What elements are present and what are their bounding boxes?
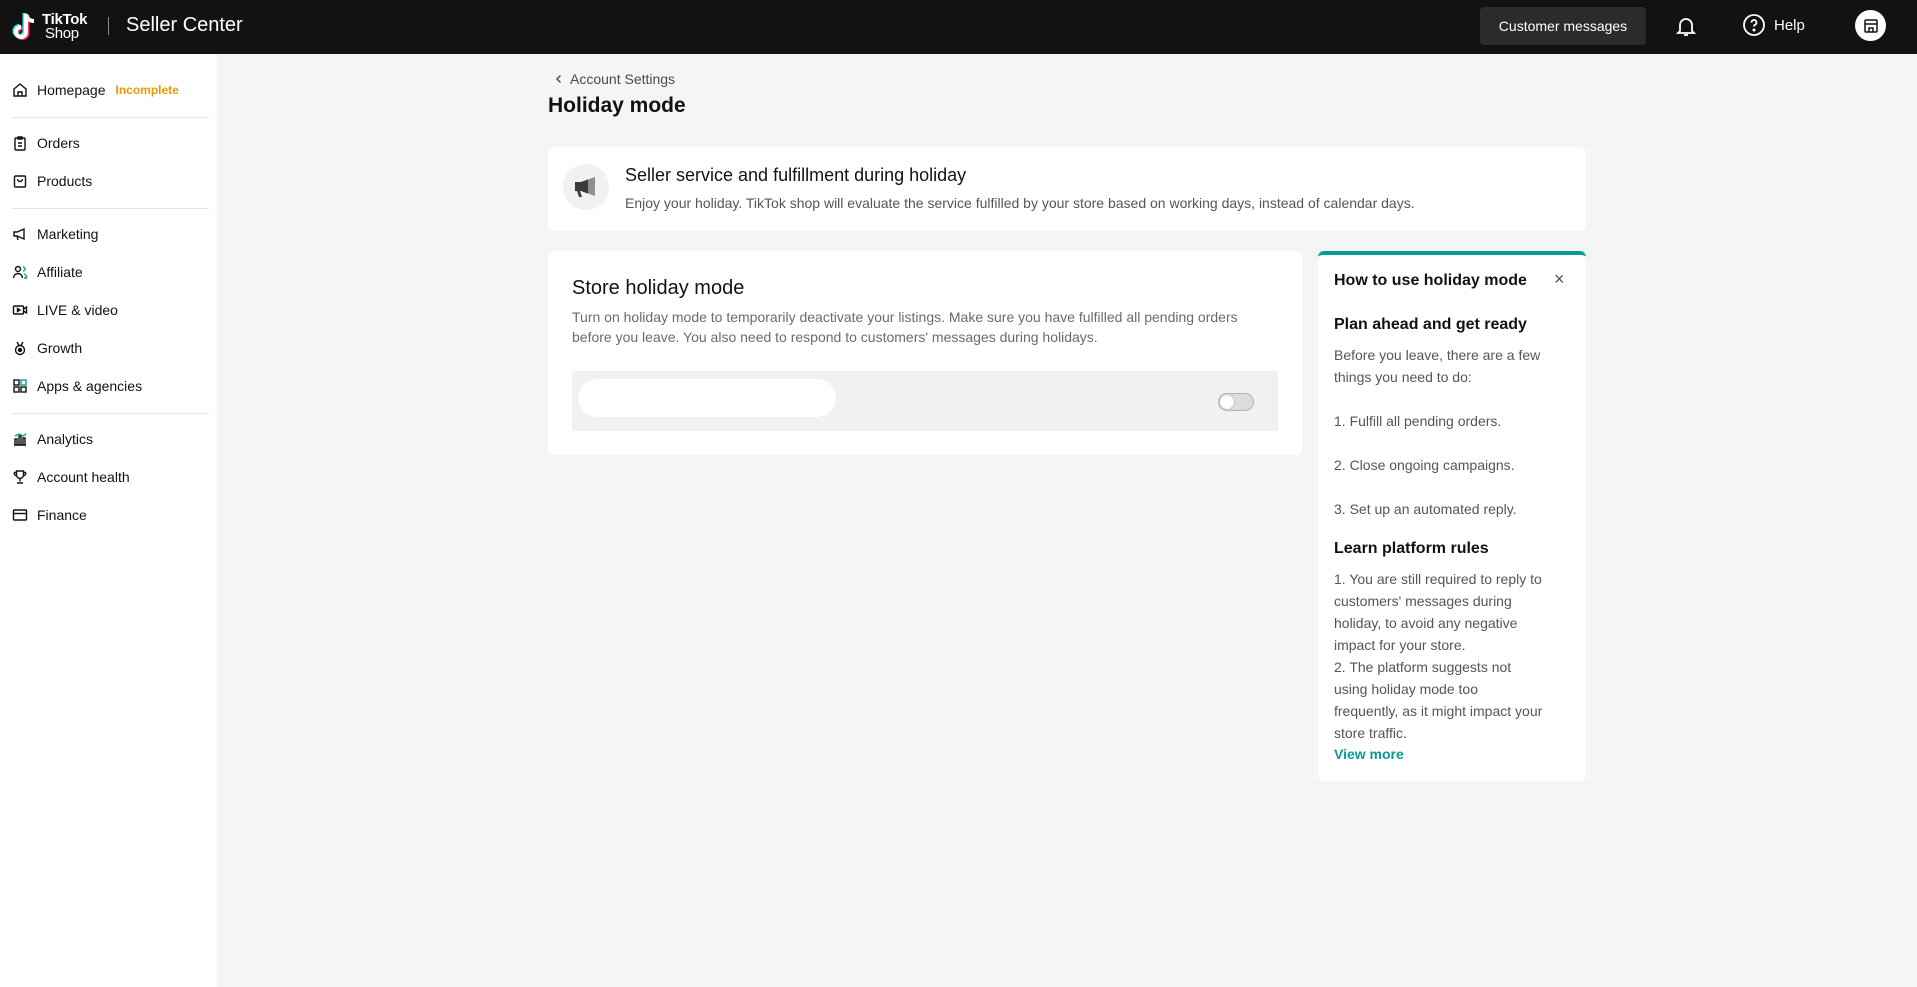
- sidebar-item-label: Homepage: [37, 82, 106, 98]
- view-more-link[interactable]: View more: [1334, 746, 1404, 762]
- logo-wordmark: TikTok Shop: [42, 12, 87, 42]
- sidebar-divider: [12, 208, 209, 209]
- sidebar-item-label: Orders: [37, 135, 80, 151]
- sidebar-item-label: Analytics: [37, 431, 94, 447]
- sidebar: Homepage Incomplete Orders Products Mark…: [0, 54, 217, 987]
- step-2: 2. Close ongoing campaigns.: [1334, 457, 1515, 473]
- tiktok-shop-logo[interactable]: TikTok Shop: [12, 9, 87, 45]
- toggle-status-placeholder: [578, 379, 836, 417]
- sidebar-item-orders[interactable]: Orders: [12, 129, 80, 157]
- page-title: Holiday mode: [548, 94, 686, 117]
- sidebar-item-label: Marketing: [37, 226, 99, 242]
- sidebar-item-analytics[interactable]: Analytics: [12, 425, 93, 453]
- users-icon: [12, 265, 28, 279]
- wallet-icon: [12, 509, 28, 521]
- sidebar-item-label: LIVE & video: [37, 302, 118, 318]
- rule-1: 1. You are still required to reply to cu…: [1334, 571, 1542, 653]
- help-button[interactable]: Help: [1742, 13, 1805, 37]
- sidebar-item-growth[interactable]: Growth: [12, 334, 82, 362]
- close-icon[interactable]: ×: [1554, 270, 1565, 288]
- home-icon: [13, 83, 27, 97]
- rule-2: 2. The platform suggests not using holid…: [1334, 659, 1543, 741]
- megaphone-icon: [563, 164, 609, 210]
- bar-chart-icon: [14, 433, 27, 446]
- step-1: 1. Fulfill all pending orders.: [1334, 413, 1502, 429]
- sidebar-item-apps-agencies[interactable]: Apps & agencies: [12, 372, 142, 400]
- breadcrumb[interactable]: Account Settings: [554, 71, 675, 87]
- holiday-mode-toggle-row: [572, 371, 1278, 431]
- store-holiday-mode-card: Store holiday mode Turn on holiday mode …: [548, 251, 1302, 455]
- sidebar-divider: [12, 117, 209, 118]
- app-title: Seller Center: [126, 14, 243, 36]
- help-label: Help: [1774, 16, 1805, 34]
- section-title-plan-ahead: Plan ahead and get ready: [1334, 316, 1527, 333]
- section-intro: Before you leave, there are a few things…: [1334, 347, 1541, 385]
- sidebar-item-label: Products: [37, 173, 93, 189]
- toggle-knob: [1220, 395, 1234, 409]
- holiday-info-banner: Seller service and fulfillment during ho…: [548, 147, 1586, 231]
- customer-messages-button[interactable]: Customer messages: [1480, 7, 1646, 45]
- box-icon: [13, 175, 27, 188]
- question-circle-icon: [1743, 14, 1765, 36]
- incomplete-badge: Incomplete: [115, 83, 179, 97]
- sidebar-divider: [12, 413, 209, 414]
- back-to-account-settings[interactable]: Account Settings: [570, 71, 675, 87]
- tiktok-logo-icon: [12, 13, 35, 40]
- top-bar: TikTok Shop Seller Center Customer messa…: [0, 0, 1917, 54]
- how-to-use-panel: How to use holiday mode × Plan ahead and…: [1318, 251, 1586, 781]
- banner-title: Seller service and fulfillment during ho…: [625, 165, 967, 185]
- store-icon: [1863, 18, 1878, 33]
- banner-description: Enjoy your holiday. TikTok shop will eva…: [625, 195, 1415, 211]
- store-avatar[interactable]: [1855, 10, 1886, 41]
- card-description: Turn on holiday mode to temporarily deac…: [572, 309, 1238, 345]
- medal-icon: [14, 341, 26, 356]
- video-icon: [12, 305, 28, 315]
- sidebar-item-label: Affiliate: [37, 264, 83, 280]
- sidebar-item-label: Growth: [37, 340, 83, 356]
- sidebar-item-marketing[interactable]: Marketing: [12, 220, 98, 248]
- sidebar-item-live-video[interactable]: LIVE & video: [12, 296, 118, 324]
- sidebar-item-products[interactable]: Products: [12, 167, 92, 195]
- trophy-icon: [13, 470, 27, 484]
- card-title: Store holiday mode: [572, 277, 745, 299]
- megaphone-icon: [13, 227, 25, 241]
- chevron-left-icon: [556, 75, 561, 83]
- sidebar-item-finance[interactable]: Finance: [12, 501, 87, 529]
- logo-line-2: Shop: [45, 25, 79, 42]
- holiday-mode-toggle[interactable]: [1218, 393, 1254, 411]
- section-title-platform-rules: Learn platform rules: [1334, 540, 1489, 557]
- sidebar-item-label: Apps & agencies: [37, 378, 143, 394]
- grid-icon: [13, 379, 27, 393]
- sidebar-item-label: Account health: [37, 469, 130, 485]
- step-3: 3. Set up an automated reply.: [1334, 501, 1517, 517]
- clipboard-icon: [14, 136, 26, 151]
- sidebar-item-homepage[interactable]: Homepage Incomplete: [12, 76, 179, 104]
- sidebar-item-affiliate[interactable]: Affiliate: [12, 258, 83, 286]
- logo-divider: [108, 17, 109, 35]
- sidebar-item-label: Finance: [37, 507, 87, 523]
- bell-icon[interactable]: [1674, 14, 1698, 38]
- sidebar-item-account-health[interactable]: Account health: [12, 463, 130, 491]
- panel-title: How to use holiday mode: [1334, 272, 1527, 289]
